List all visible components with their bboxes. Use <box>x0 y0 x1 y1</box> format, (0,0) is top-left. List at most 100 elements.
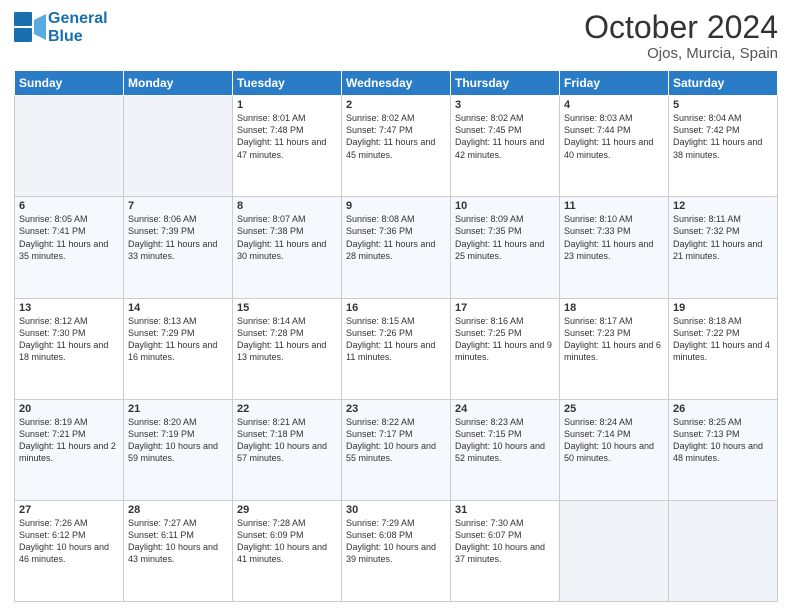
day-number: 27 <box>19 504 119 516</box>
calendar-week-5: 27Sunrise: 7:26 AM Sunset: 6:12 PM Dayli… <box>15 500 778 601</box>
day-number: 24 <box>455 403 555 415</box>
calendar-cell: 20Sunrise: 8:19 AM Sunset: 7:21 PM Dayli… <box>15 399 124 500</box>
day-number: 22 <box>237 403 337 415</box>
day-number: 12 <box>673 200 773 212</box>
day-info: Sunrise: 8:16 AM Sunset: 7:25 PM Dayligh… <box>455 315 555 364</box>
day-number: 25 <box>564 403 664 415</box>
calendar-cell: 8Sunrise: 8:07 AM Sunset: 7:38 PM Daylig… <box>233 197 342 298</box>
logo: General Blue <box>14 10 108 45</box>
calendar-week-2: 6Sunrise: 8:05 AM Sunset: 7:41 PM Daylig… <box>15 197 778 298</box>
calendar-cell: 19Sunrise: 8:18 AM Sunset: 7:22 PM Dayli… <box>669 298 778 399</box>
day-number: 9 <box>346 200 446 212</box>
calendar-cell: 28Sunrise: 7:27 AM Sunset: 6:11 PM Dayli… <box>124 500 233 601</box>
calendar-cell: 3Sunrise: 8:02 AM Sunset: 7:45 PM Daylig… <box>451 96 560 197</box>
calendar-week-3: 13Sunrise: 8:12 AM Sunset: 7:30 PM Dayli… <box>15 298 778 399</box>
calendar-header-row: SundayMondayTuesdayWednesdayThursdayFrid… <box>15 71 778 96</box>
column-header-saturday: Saturday <box>669 71 778 96</box>
calendar-cell: 31Sunrise: 7:30 AM Sunset: 6:07 PM Dayli… <box>451 500 560 601</box>
day-info: Sunrise: 8:17 AM Sunset: 7:23 PM Dayligh… <box>564 315 664 364</box>
header: General Blue October 2024 Ojos, Murcia, … <box>14 10 778 62</box>
day-info: Sunrise: 7:27 AM Sunset: 6:11 PM Dayligh… <box>128 517 228 566</box>
calendar-cell: 29Sunrise: 7:28 AM Sunset: 6:09 PM Dayli… <box>233 500 342 601</box>
day-number: 14 <box>128 302 228 314</box>
day-info: Sunrise: 7:29 AM Sunset: 6:08 PM Dayligh… <box>346 517 446 566</box>
day-number: 6 <box>19 200 119 212</box>
day-info: Sunrise: 8:18 AM Sunset: 7:22 PM Dayligh… <box>673 315 773 364</box>
calendar-cell: 1Sunrise: 8:01 AM Sunset: 7:48 PM Daylig… <box>233 96 342 197</box>
column-header-sunday: Sunday <box>15 71 124 96</box>
calendar-cell: 15Sunrise: 8:14 AM Sunset: 7:28 PM Dayli… <box>233 298 342 399</box>
calendar-cell: 23Sunrise: 8:22 AM Sunset: 7:17 PM Dayli… <box>342 399 451 500</box>
day-info: Sunrise: 8:08 AM Sunset: 7:36 PM Dayligh… <box>346 213 446 262</box>
day-number: 21 <box>128 403 228 415</box>
day-number: 23 <box>346 403 446 415</box>
calendar-cell: 9Sunrise: 8:08 AM Sunset: 7:36 PM Daylig… <box>342 197 451 298</box>
day-number: 18 <box>564 302 664 314</box>
calendar-cell: 12Sunrise: 8:11 AM Sunset: 7:32 PM Dayli… <box>669 197 778 298</box>
calendar-table: SundayMondayTuesdayWednesdayThursdayFrid… <box>14 70 778 602</box>
calendar-cell: 4Sunrise: 8:03 AM Sunset: 7:44 PM Daylig… <box>560 96 669 197</box>
day-info: Sunrise: 8:22 AM Sunset: 7:17 PM Dayligh… <box>346 416 446 465</box>
day-number: 5 <box>673 99 773 111</box>
day-info: Sunrise: 8:23 AM Sunset: 7:15 PM Dayligh… <box>455 416 555 465</box>
day-info: Sunrise: 7:30 AM Sunset: 6:07 PM Dayligh… <box>455 517 555 566</box>
day-info: Sunrise: 8:13 AM Sunset: 7:29 PM Dayligh… <box>128 315 228 364</box>
calendar-cell: 24Sunrise: 8:23 AM Sunset: 7:15 PM Dayli… <box>451 399 560 500</box>
location: Ojos, Murcia, Spain <box>584 45 778 62</box>
column-header-monday: Monday <box>124 71 233 96</box>
calendar-cell: 2Sunrise: 8:02 AM Sunset: 7:47 PM Daylig… <box>342 96 451 197</box>
day-number: 7 <box>128 200 228 212</box>
calendar-cell: 13Sunrise: 8:12 AM Sunset: 7:30 PM Dayli… <box>15 298 124 399</box>
day-number: 20 <box>19 403 119 415</box>
day-number: 15 <box>237 302 337 314</box>
day-number: 4 <box>564 99 664 111</box>
day-info: Sunrise: 8:01 AM Sunset: 7:48 PM Dayligh… <box>237 112 337 161</box>
day-number: 3 <box>455 99 555 111</box>
calendar-cell: 18Sunrise: 8:17 AM Sunset: 7:23 PM Dayli… <box>560 298 669 399</box>
day-info: Sunrise: 8:10 AM Sunset: 7:33 PM Dayligh… <box>564 213 664 262</box>
day-number: 19 <box>673 302 773 314</box>
calendar-cell <box>124 96 233 197</box>
day-info: Sunrise: 8:20 AM Sunset: 7:19 PM Dayligh… <box>128 416 228 465</box>
title-block: October 2024 Ojos, Murcia, Spain <box>584 10 778 62</box>
day-number: 31 <box>455 504 555 516</box>
day-info: Sunrise: 8:06 AM Sunset: 7:39 PM Dayligh… <box>128 213 228 262</box>
logo-icon <box>14 12 46 44</box>
month-title: October 2024 <box>584 10 778 45</box>
day-info: Sunrise: 8:05 AM Sunset: 7:41 PM Dayligh… <box>19 213 119 262</box>
day-info: Sunrise: 8:02 AM Sunset: 7:45 PM Dayligh… <box>455 112 555 161</box>
day-info: Sunrise: 8:11 AM Sunset: 7:32 PM Dayligh… <box>673 213 773 262</box>
calendar-cell: 25Sunrise: 8:24 AM Sunset: 7:14 PM Dayli… <box>560 399 669 500</box>
column-header-wednesday: Wednesday <box>342 71 451 96</box>
day-number: 29 <box>237 504 337 516</box>
day-info: Sunrise: 8:24 AM Sunset: 7:14 PM Dayligh… <box>564 416 664 465</box>
column-header-tuesday: Tuesday <box>233 71 342 96</box>
day-number: 30 <box>346 504 446 516</box>
day-info: Sunrise: 8:03 AM Sunset: 7:44 PM Dayligh… <box>564 112 664 161</box>
calendar-cell: 14Sunrise: 8:13 AM Sunset: 7:29 PM Dayli… <box>124 298 233 399</box>
calendar-cell: 7Sunrise: 8:06 AM Sunset: 7:39 PM Daylig… <box>124 197 233 298</box>
calendar-week-4: 20Sunrise: 8:19 AM Sunset: 7:21 PM Dayli… <box>15 399 778 500</box>
day-info: Sunrise: 8:21 AM Sunset: 7:18 PM Dayligh… <box>237 416 337 465</box>
day-info: Sunrise: 8:14 AM Sunset: 7:28 PM Dayligh… <box>237 315 337 364</box>
day-info: Sunrise: 7:26 AM Sunset: 6:12 PM Dayligh… <box>19 517 119 566</box>
calendar-cell <box>669 500 778 601</box>
day-number: 28 <box>128 504 228 516</box>
calendar-cell: 27Sunrise: 7:26 AM Sunset: 6:12 PM Dayli… <box>15 500 124 601</box>
day-info: Sunrise: 8:07 AM Sunset: 7:38 PM Dayligh… <box>237 213 337 262</box>
calendar-cell: 5Sunrise: 8:04 AM Sunset: 7:42 PM Daylig… <box>669 96 778 197</box>
calendar-cell: 17Sunrise: 8:16 AM Sunset: 7:25 PM Dayli… <box>451 298 560 399</box>
day-number: 8 <box>237 200 337 212</box>
day-number: 16 <box>346 302 446 314</box>
calendar-cell <box>15 96 124 197</box>
day-number: 10 <box>455 200 555 212</box>
day-info: Sunrise: 8:02 AM Sunset: 7:47 PM Dayligh… <box>346 112 446 161</box>
calendar-cell: 16Sunrise: 8:15 AM Sunset: 7:26 PM Dayli… <box>342 298 451 399</box>
calendar-cell: 22Sunrise: 8:21 AM Sunset: 7:18 PM Dayli… <box>233 399 342 500</box>
day-info: Sunrise: 8:25 AM Sunset: 7:13 PM Dayligh… <box>673 416 773 465</box>
calendar-cell: 10Sunrise: 8:09 AM Sunset: 7:35 PM Dayli… <box>451 197 560 298</box>
day-info: Sunrise: 8:12 AM Sunset: 7:30 PM Dayligh… <box>19 315 119 364</box>
day-info: Sunrise: 8:15 AM Sunset: 7:26 PM Dayligh… <box>346 315 446 364</box>
logo-text-general: General <box>48 10 108 28</box>
calendar-cell: 30Sunrise: 7:29 AM Sunset: 6:08 PM Dayli… <box>342 500 451 601</box>
